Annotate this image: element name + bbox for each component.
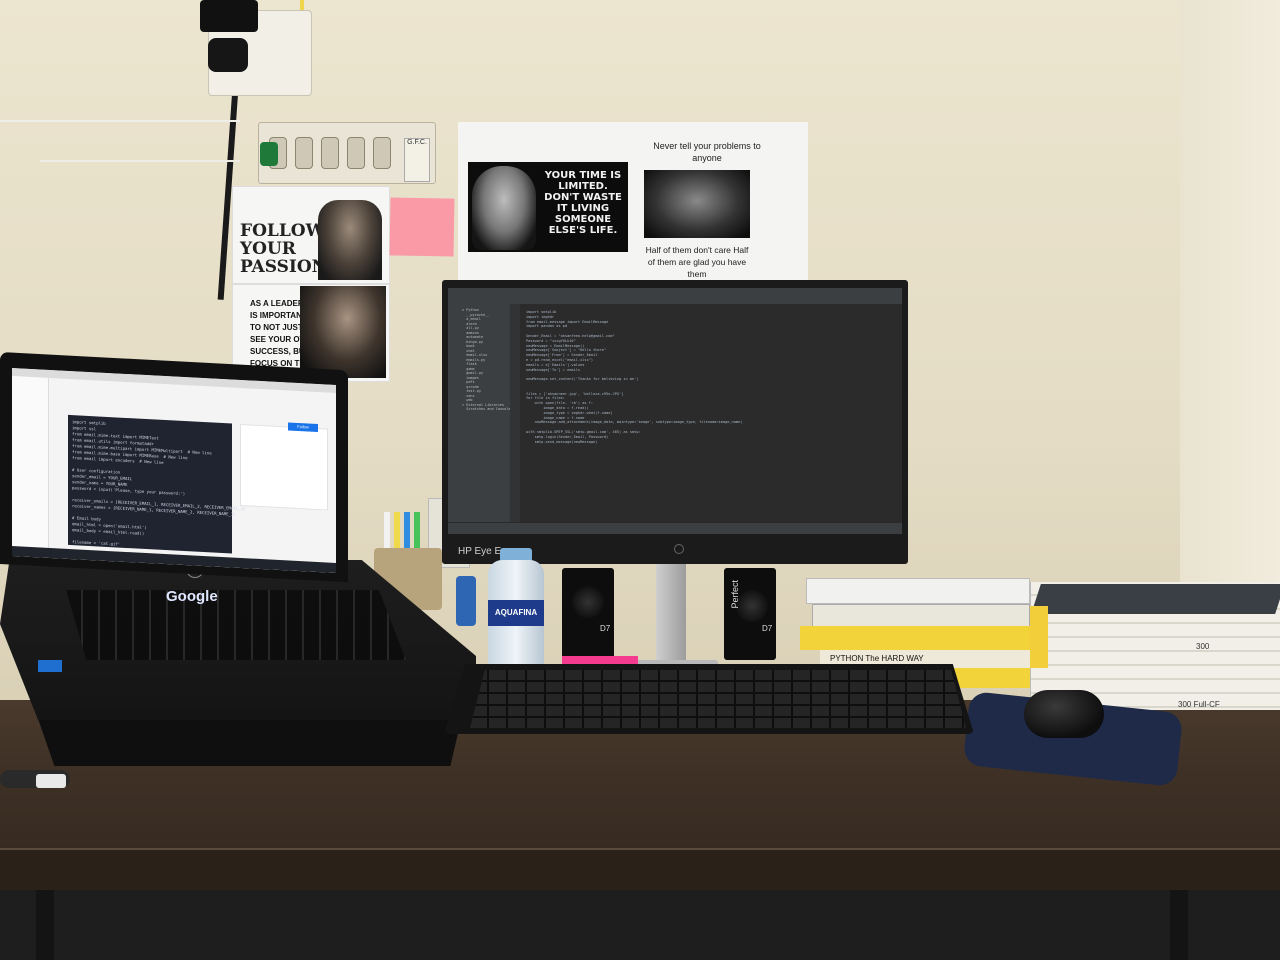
speaker-label: D7 [600, 624, 611, 633]
jobs-quote: YOUR TIME IS LIMITED. DON'T WASTE IT LIV… [544, 170, 622, 236]
never-tell-footer: Half of them don't care Half of them are… [645, 245, 749, 279]
switch[interactable] [373, 137, 391, 169]
spray-bottle [456, 576, 476, 626]
laptop-screen: import smtplib import ssl from email.mim… [12, 368, 336, 573]
switch[interactable] [321, 137, 339, 169]
top-book-cover [1031, 584, 1280, 614]
floor [0, 890, 1280, 960]
book [800, 626, 1042, 650]
article-code-block: import smtplib import ssl from email.mim… [68, 414, 245, 554]
ide-code-text: import smtplib import imghdr from email.… [526, 310, 743, 444]
ide-file-tree[interactable]: v Python __pycache__ a_email alarm all.p… [462, 308, 513, 412]
portrait-photo-3 [318, 200, 382, 280]
google-sticker: Google [166, 588, 218, 605]
speaker-brand: Perfect [730, 580, 740, 609]
browser-sidebar [12, 376, 49, 554]
portrait-photo-4 [300, 286, 386, 378]
usb-plug [38, 660, 62, 672]
desk-leg [1170, 890, 1188, 960]
book [806, 578, 1030, 604]
follow-text: FOLLOW YOUR PASSION [240, 221, 328, 277]
desk-setup-photo: G.F.C. YOUR TIME IS LIMITED. DON'T WASTE… [0, 0, 1280, 960]
desk-edge [0, 848, 1280, 892]
sticky-note [389, 197, 455, 257]
keyboard-key-rows [470, 670, 966, 728]
author-panel [240, 423, 328, 511]
white-wire [0, 120, 240, 122]
bottle-label: AQUAFINA [488, 600, 544, 626]
portrait-photo [472, 166, 536, 250]
plug [208, 38, 248, 72]
speaker-label: D7 [762, 624, 773, 633]
hp-monitor-logo [674, 544, 684, 554]
never-tell-title: Never tell your problems to anyone [653, 141, 761, 163]
ide-status-bar [448, 522, 902, 534]
book-tag: 300 [1196, 642, 1210, 651]
mouse[interactable] [1024, 690, 1104, 738]
monitor-stand-neck [656, 564, 686, 664]
power-adapter [200, 0, 258, 32]
speaker-cone [572, 586, 604, 618]
desk-leg [36, 890, 54, 960]
portrait-photo-2 [644, 170, 750, 238]
white-plug [36, 774, 66, 788]
ide-gutter [510, 304, 520, 522]
yellow-book-spine [1030, 606, 1048, 668]
switch[interactable] [347, 137, 365, 169]
speaker-left: D7 [562, 568, 614, 660]
monitor-screen: v Python __pycache__ a_email alarm all.p… [448, 288, 902, 534]
book-tag: 300 Full-CF [1178, 700, 1220, 709]
switch[interactable] [295, 137, 313, 169]
white-wire-2 [40, 160, 240, 162]
gfc-label: G.F.C. [404, 138, 430, 182]
green-plug [260, 142, 278, 166]
follow-button[interactable]: Follow [288, 422, 318, 433]
